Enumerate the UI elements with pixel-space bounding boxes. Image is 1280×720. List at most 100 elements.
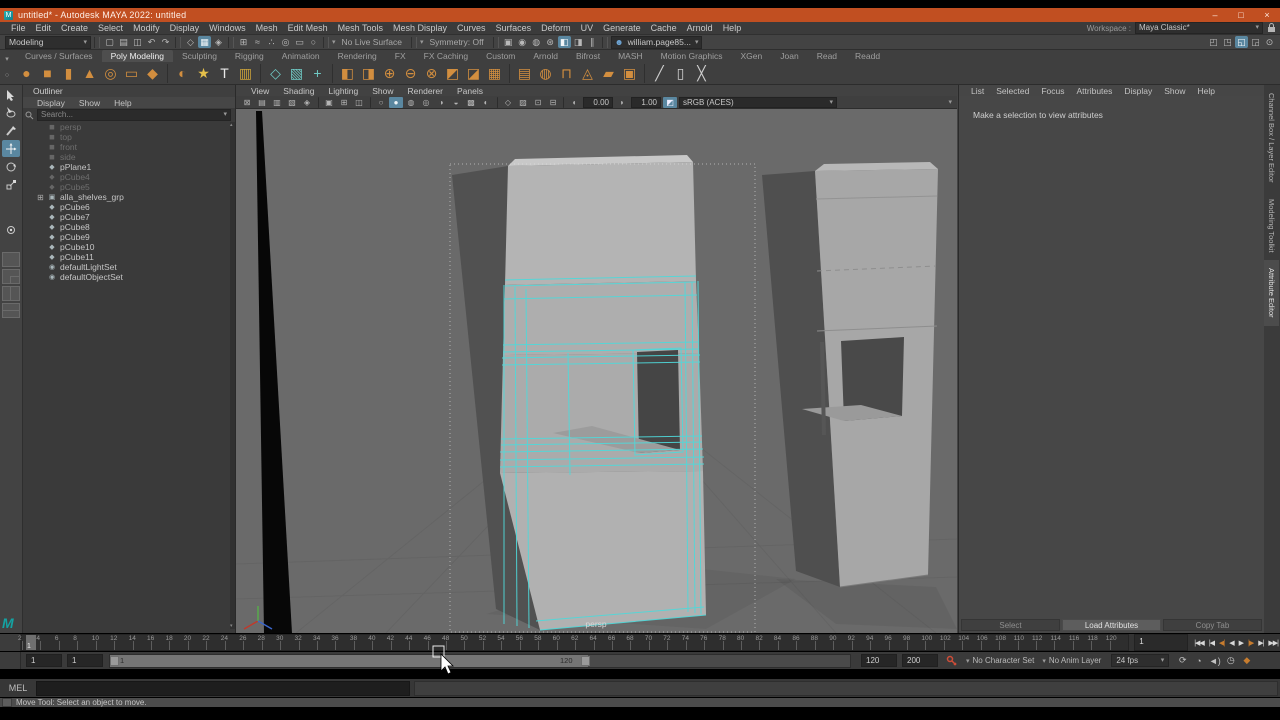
scale-tool[interactable]: [2, 176, 20, 193]
symmetry-label[interactable]: Symmetry: Off: [430, 37, 484, 47]
outliner-menu-item[interactable]: Help: [108, 98, 137, 108]
minimize-button[interactable]: –: [1202, 8, 1228, 22]
attribute-menu-item[interactable]: Focus: [1035, 86, 1070, 96]
exposure-icon[interactable]: ◖: [563, 96, 581, 108]
outliner-item[interactable]: ⊞ ◆ pCube4: [23, 172, 230, 182]
viewport-toolbar-icon[interactable]: ◎: [419, 97, 433, 108]
layout-single-button[interactable]: [2, 252, 20, 267]
transport-button[interactable]: ▶|: [1256, 639, 1265, 647]
shelf-tool-icon[interactable]: ◍: [535, 64, 556, 83]
menu-item[interactable]: Mesh Display: [388, 23, 452, 33]
attribute-menu-item[interactable]: List: [965, 86, 990, 96]
time-slider[interactable]: 1 2 4 6 8 10 12 14 16 18 20 22 24 26 28 30 32 34 36 38 40 42…: [18, 634, 1130, 651]
shelf-tool-icon[interactable]: ▤: [509, 64, 535, 83]
shelf-tab[interactable]: FX Caching: [415, 50, 477, 62]
shelf-tab[interactable]: FX: [386, 50, 415, 62]
render-icon[interactable]: ◉: [516, 36, 529, 48]
shelf-tool-icon[interactable]: ⊗: [421, 64, 442, 83]
paint-select-tool[interactable]: [2, 122, 20, 139]
shelf-tool-icon[interactable]: +: [307, 64, 328, 83]
menu-item[interactable]: Windows: [204, 23, 251, 33]
shelf-tool-icon[interactable]: ▰: [598, 64, 619, 83]
shelf-tool-icon[interactable]: ▧: [286, 64, 307, 83]
shelf-tool-icon[interactable]: ▯: [670, 64, 691, 83]
viewport-toolbar-icon[interactable]: ⊠: [240, 97, 254, 108]
viewport-toolbar-icon[interactable]: ◈: [300, 97, 314, 108]
fps-dropdown[interactable]: 24 fps ▾: [1111, 654, 1170, 667]
panel-toggle-icon[interactable]: ⊙: [1263, 36, 1276, 48]
menu-item[interactable]: Mesh: [251, 23, 283, 33]
shelf-tab[interactable]: Joan: [771, 50, 807, 62]
snap-icon[interactable]: ≈: [251, 36, 264, 48]
shelf-tab[interactable]: Rigging: [226, 50, 273, 62]
lasso-tool[interactable]: [2, 104, 20, 121]
viewport-toolbar-icon[interactable]: ◇: [497, 96, 515, 108]
rotate-tool[interactable]: [2, 158, 20, 175]
outliner-item[interactable]: ⊞ ◆ pCube9: [23, 232, 230, 242]
shelf-tool-icon[interactable]: ◩: [442, 64, 463, 83]
gamma-field[interactable]: 1.00: [631, 96, 661, 108]
shelf-tool-icon[interactable]: ▦: [484, 64, 505, 83]
snap-icon[interactable]: ○: [307, 36, 320, 48]
transport-button[interactable]: ▶▶|: [1266, 639, 1280, 647]
viewport-toolbar-icon[interactable]: ▤: [255, 97, 269, 108]
set-key-icon[interactable]: [946, 655, 958, 667]
panel-toggle-icon[interactable]: ◲: [1249, 36, 1262, 48]
selection-mode-icon[interactable]: ◈: [212, 36, 225, 48]
status-icon[interactable]: ↷: [159, 36, 172, 48]
menu-item[interactable]: Modify: [128, 23, 165, 33]
playback-option-icon[interactable]: ◆: [1239, 655, 1254, 666]
outliner-item[interactable]: ⊞ ◆ pCube6: [23, 202, 230, 212]
shelf-tab[interactable]: Arnold: [524, 50, 567, 62]
menu-item[interactable]: Edit Mesh: [283, 23, 333, 33]
viewport-canvas[interactable]: persp: [235, 109, 958, 634]
selection-mode-icon[interactable]: ◇: [184, 36, 197, 48]
shelf-tool-icon[interactable]: ◎: [100, 64, 121, 83]
menu-item[interactable]: File: [6, 23, 31, 33]
range-slider-grip[interactable]: [0, 652, 21, 669]
title-bar[interactable]: M untitled* - Autodesk MAYA 2022: untitl…: [0, 8, 1280, 22]
close-button[interactable]: ×: [1254, 8, 1280, 22]
shelf-tool-icon[interactable]: ╱: [644, 64, 670, 83]
sidebar-tab[interactable]: Attribute Editor: [1264, 260, 1279, 326]
menu-set-dropdown[interactable]: Modeling ▾: [5, 35, 91, 49]
outliner-item[interactable]: ⊞ ◼ persp: [23, 122, 230, 132]
shelf-tool-icon[interactable]: ◪: [463, 64, 484, 83]
status-icon[interactable]: ▤: [117, 36, 130, 48]
attribute-menu-item[interactable]: Help: [1192, 86, 1221, 96]
workspace-dropdown[interactable]: Maya Classic* ▾: [1135, 22, 1263, 34]
render-icon[interactable]: ∥: [586, 36, 599, 48]
viewport-toolbar-icon[interactable]: ▧: [285, 97, 299, 108]
snap-icon[interactable]: ∴: [265, 36, 278, 48]
menu-item[interactable]: Help: [718, 23, 747, 33]
outliner-item[interactable]: ⊞ ▣ alla_shelves_grp: [23, 192, 230, 202]
render-icon[interactable]: ◍: [530, 36, 543, 48]
shelf-tab[interactable]: Poly Modeling: [101, 50, 173, 62]
range-start-handle[interactable]: [110, 655, 119, 666]
viewport-toolbar-icon[interactable]: ◒: [449, 97, 463, 108]
shelf-tab[interactable]: Animation: [273, 50, 329, 62]
layout-four-pane-button[interactable]: [2, 269, 20, 284]
layout-two-pane-button[interactable]: [2, 286, 20, 301]
shelf-tab[interactable]: XGen: [732, 50, 772, 62]
render-icon[interactable]: ◧: [557, 36, 571, 48]
viewport-toolbar-icon[interactable]: ◍: [404, 97, 418, 108]
shelf-tool-icon[interactable]: ⊕: [379, 64, 400, 83]
shelf-tab[interactable]: MASH: [609, 50, 652, 62]
menu-item[interactable]: Generate: [598, 23, 646, 33]
move-tool[interactable]: [2, 140, 20, 157]
attribute-editor-button[interactable]: Copy Tab: [1163, 619, 1262, 631]
viewport-toolbar-icon[interactable]: ◐: [479, 97, 493, 108]
shelf-tool-icon[interactable]: ◨: [358, 64, 379, 83]
outliner-item[interactable]: ⊞ ◼ side: [23, 152, 230, 162]
menu-item[interactable]: UV: [576, 23, 599, 33]
viewport-toolbar-icon[interactable]: ○: [370, 96, 388, 108]
outliner-item[interactable]: ⊞ ◉ defaultObjectSet: [23, 272, 230, 282]
attribute-menu-item[interactable]: Display: [1118, 86, 1158, 96]
panel-toggle-icon[interactable]: ◰: [1207, 36, 1220, 48]
animation-end-field[interactable]: 200: [902, 654, 938, 667]
render-icon[interactable]: ⊛: [544, 36, 557, 48]
layout-persp-outliner-button[interactable]: [2, 303, 20, 318]
menu-item[interactable]: Edit: [31, 23, 57, 33]
shelf-tool-icon[interactable]: ⊖: [400, 64, 421, 83]
